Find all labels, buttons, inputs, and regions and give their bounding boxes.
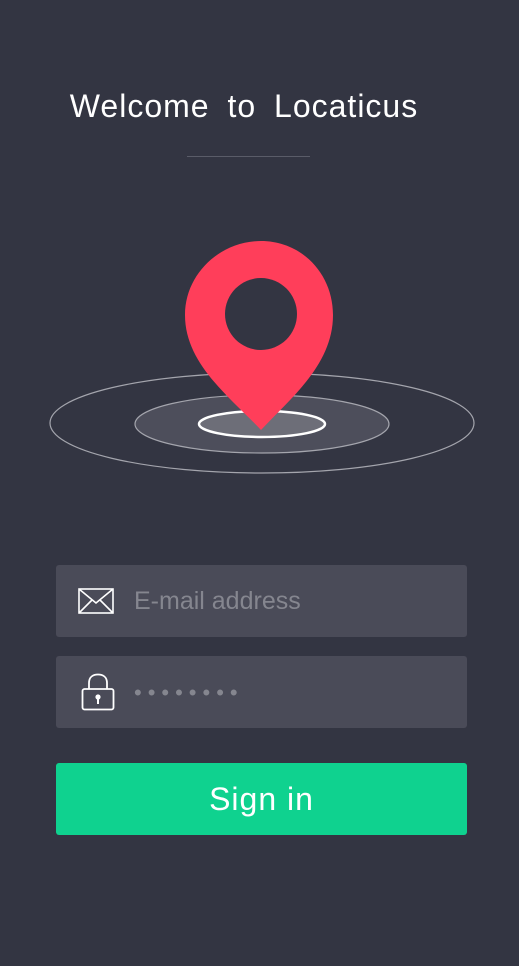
pin-hole: [225, 278, 297, 350]
page-title: Welcome to Locaticus: [69, 88, 419, 124]
location-pin-icon: [49, 241, 475, 474]
sign-in-button[interactable]: Sign in: [56, 763, 467, 835]
email-field[interactable]: [56, 565, 467, 637]
title-divider: [187, 156, 310, 157]
password-input[interactable]: [134, 656, 454, 728]
password-field[interactable]: [56, 656, 467, 728]
hero-illustration: [46, 230, 478, 480]
envelope-icon: [78, 565, 114, 637]
lock-icon: [81, 656, 115, 728]
email-input[interactable]: [134, 565, 454, 637]
